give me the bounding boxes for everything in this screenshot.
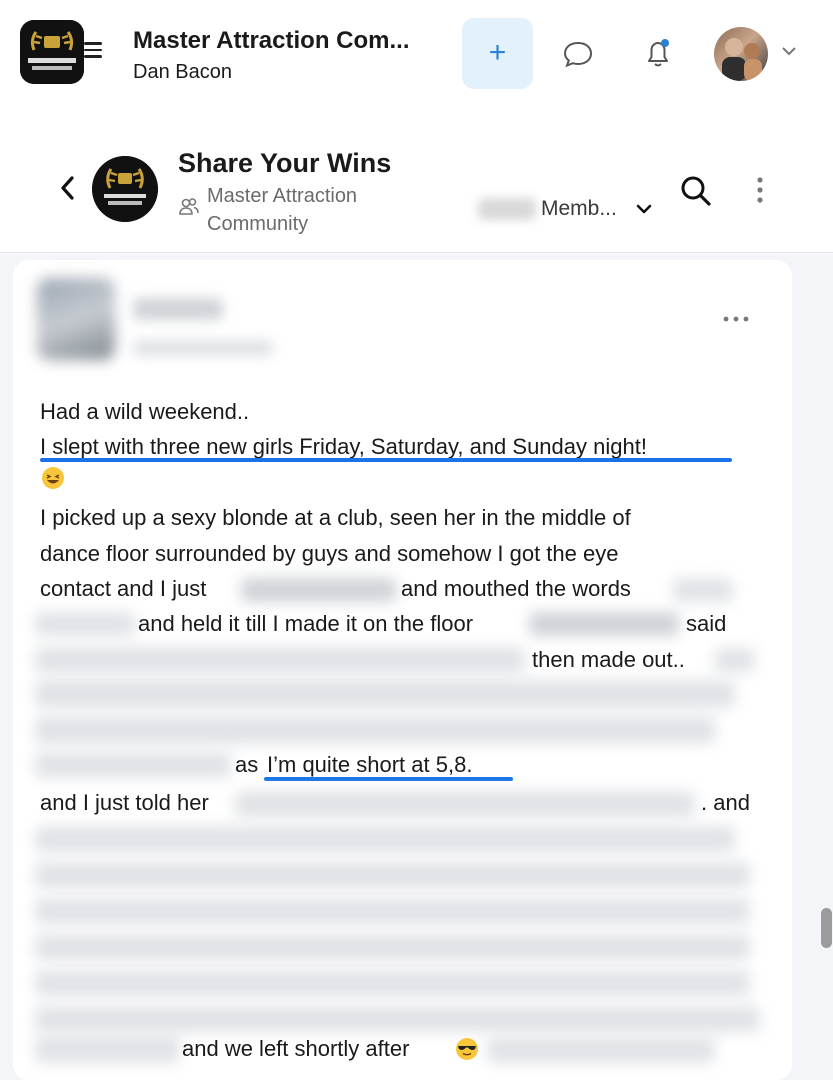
redacted-text: [35, 647, 525, 673]
top-app-bar: Master Attraction Com... Dan Bacon +: [0, 0, 833, 108]
post-line: and we left shortly after: [182, 1036, 410, 1061]
channel-logo: [92, 156, 158, 222]
redacted-text: [35, 898, 750, 924]
post-line: as: [235, 752, 259, 777]
post-line: and held it till I made it on the floor: [138, 611, 474, 636]
redacted-text: [35, 752, 231, 778]
post-line-highlighted: I slept with three new girls Friday, Sat…: [40, 434, 647, 459]
post-line-highlighted: I’m quite short at 5,8.: [267, 752, 473, 777]
horizontal-dots-icon[interactable]: [721, 312, 751, 326]
post-line: . and: [701, 790, 750, 815]
user-avatar[interactable]: [714, 27, 768, 81]
post-author-name-redacted: [133, 298, 223, 320]
post-line: Had a wild weekend..: [40, 399, 250, 424]
post-card: Had a wild weekend.. I slept with three …: [13, 260, 792, 1080]
post-line: and mouthed the words: [401, 576, 631, 601]
post-line: dance floor surrounded by guys and someh…: [40, 541, 619, 566]
redacted-text: [35, 680, 735, 708]
post-line: said: [686, 611, 727, 636]
members-dropdown[interactable]: Memb...: [541, 197, 617, 221]
sunglasses-face-emoji: [455, 1037, 479, 1061]
plus-icon: +: [488, 36, 507, 69]
redacted-text: [241, 578, 396, 602]
chevron-left-icon[interactable]: [56, 174, 80, 202]
redacted-text: [35, 716, 715, 744]
redacted-text: [35, 1035, 180, 1063]
highlight-underline: [264, 777, 513, 781]
redacted-text: [35, 826, 735, 852]
chevron-down-icon[interactable]: [779, 44, 799, 58]
users-icon: [178, 196, 200, 218]
redacted-text: [35, 970, 750, 996]
community-name[interactable]: Master Attraction Community: [207, 182, 407, 238]
highlight-underline: [40, 458, 732, 462]
hamburger-icon[interactable]: [84, 42, 102, 58]
chevron-down-icon[interactable]: [634, 201, 654, 217]
chat-bubble-icon[interactable]: [560, 36, 596, 72]
post-line: then made out..: [532, 647, 685, 672]
redacted-text: [715, 648, 755, 672]
post-timestamp-redacted: [133, 340, 273, 356]
redacted-text: [35, 934, 750, 960]
redacted-text: [35, 612, 135, 636]
bell-icon[interactable]: [640, 34, 676, 72]
post-author-avatar[interactable]: [37, 278, 115, 360]
post-line: and I just told her: [40, 790, 209, 815]
member-count-redacted: [478, 198, 536, 220]
search-icon[interactable]: [678, 173, 714, 209]
redacted-text: [673, 578, 733, 602]
redacted-text: [35, 1006, 760, 1032]
community-logo[interactable]: [20, 20, 84, 84]
create-button[interactable]: +: [462, 18, 533, 89]
vertical-dots-icon[interactable]: [750, 174, 770, 208]
redacted-text: [487, 1037, 715, 1063]
app-title[interactable]: Master Attraction Com...: [133, 27, 443, 55]
redacted-text: [235, 791, 695, 817]
channel-header: Share Your Wins Master Attraction Commun…: [0, 108, 833, 253]
app-subtitle: Dan Bacon: [133, 61, 232, 83]
post-feed[interactable]: Had a wild weekend.. I slept with three …: [0, 254, 833, 1080]
post-line: I picked up a sexy blonde at a club, see…: [40, 505, 631, 530]
post-line: contact and I just: [40, 576, 207, 601]
scrollbar-thumb[interactable]: [821, 908, 832, 948]
redacted-text: [35, 862, 750, 888]
redacted-text: [529, 612, 679, 636]
channel-title: Share Your Wins: [178, 148, 392, 178]
laughing-face-emoji: [41, 466, 65, 490]
